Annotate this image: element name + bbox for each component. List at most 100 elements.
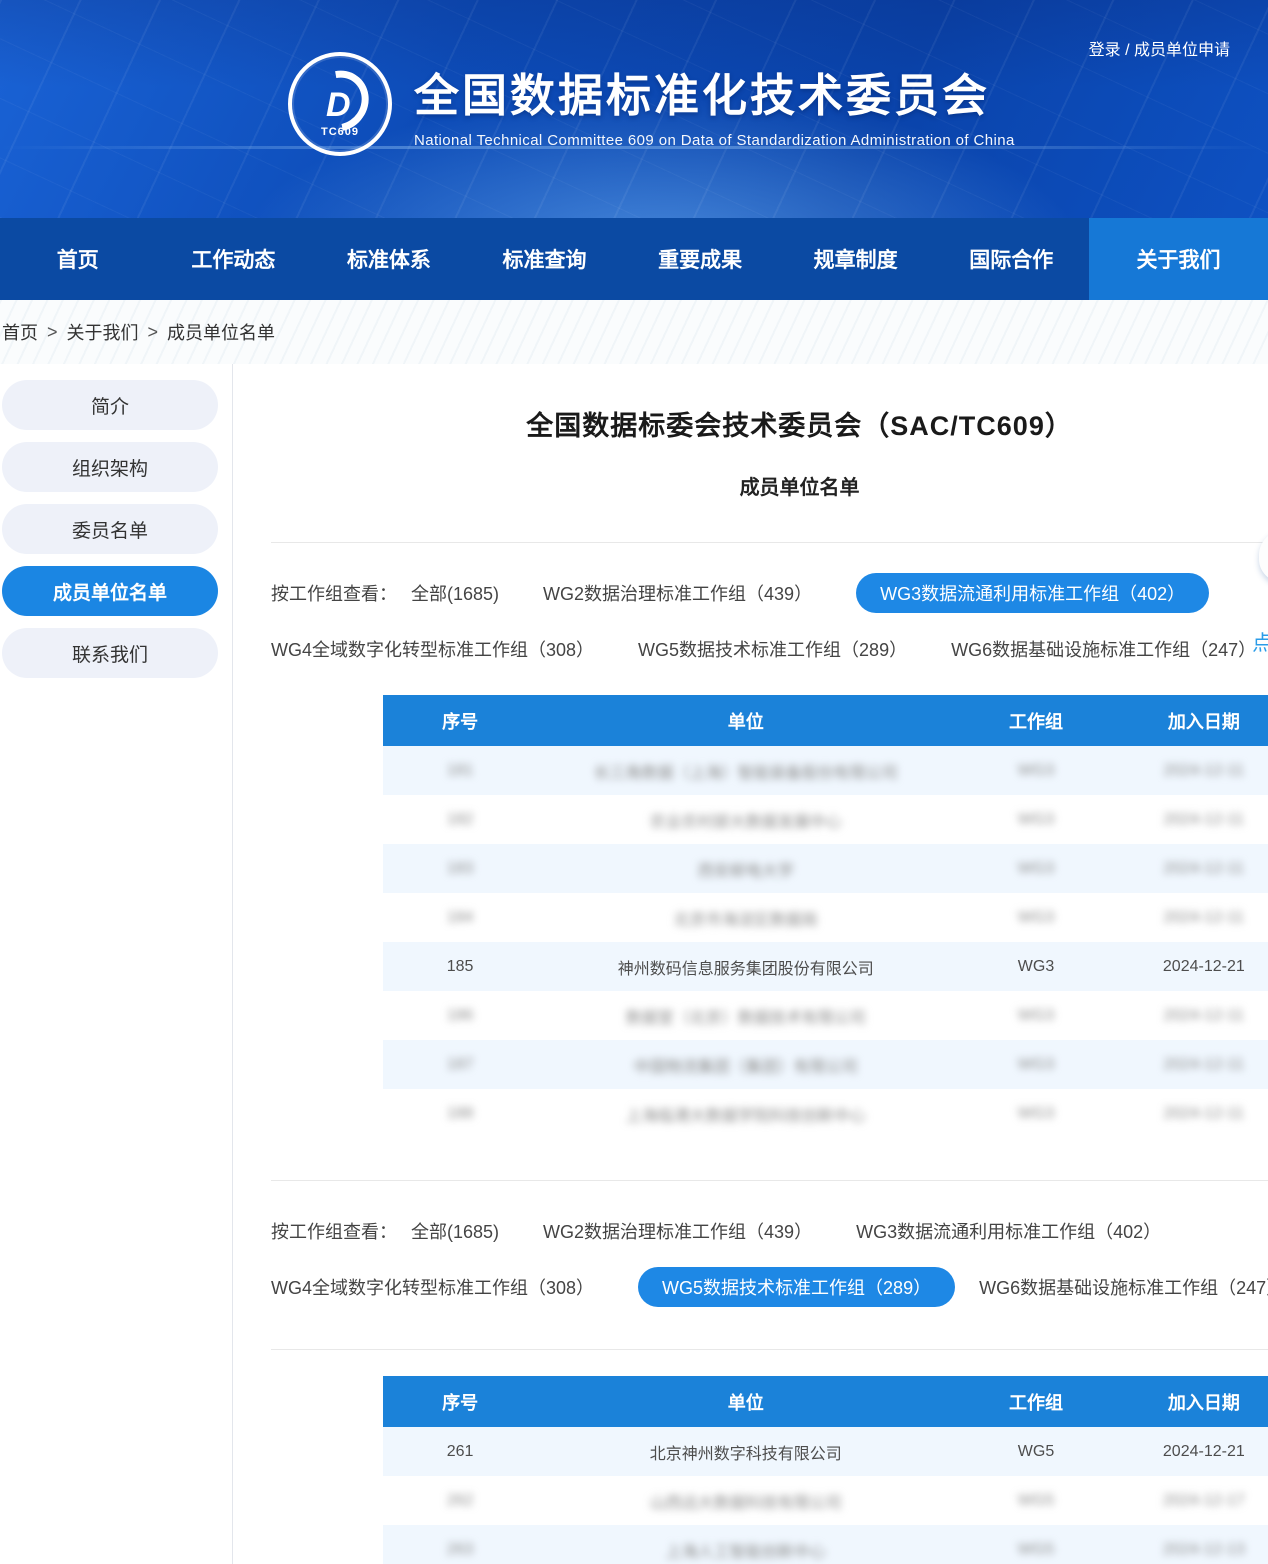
cell-org: 数据堂（北京）数据技术有限公司: [537, 991, 954, 1040]
filter-WG4[interactable]: WG4全域数字化转型标准工作组（308）: [271, 1267, 594, 1307]
filter-group-label: 按工作组查看：: [271, 1218, 397, 1244]
filter-row-2: WG4全域数字化转型标准工作组（308） WG5数据技术标准工作组（289） WG6…: [271, 629, 1268, 669]
cell-wg: WG3: [954, 795, 1117, 844]
filter-全部([interactable]: 全部(1685): [411, 1211, 499, 1251]
filter-WG2[interactable]: WG2数据治理标准工作组（439）: [543, 573, 812, 613]
cell-no: 184: [383, 893, 537, 942]
table-row[interactable]: 181长三角数据（上海）智能装备股份有限公司WG32024-12-11: [383, 746, 1268, 795]
logo-d-glyph: D: [326, 86, 351, 125]
column-header-加入日期: 加入日期: [1118, 695, 1268, 746]
cell-no: 181: [383, 746, 537, 795]
cell-date: 2024-12-11: [1118, 1089, 1268, 1138]
cell-org: 山西远大数据科技有限公司: [537, 1476, 954, 1525]
sidebar-item-联系我们[interactable]: 联系我们: [2, 628, 218, 678]
filter-WG3[interactable]: WG3数据流通利用标准工作组（402）: [856, 1211, 1161, 1251]
workgroup-filter-block: 按工作组查看： 全部(1685) WG2数据治理标准工作组（439） WG3数据流通利…: [271, 1211, 1268, 1307]
filter-全部([interactable]: 全部(1685): [411, 573, 499, 613]
table-header-row: 序号单位工作组加入日期: [383, 1376, 1268, 1427]
section-divider: [271, 1180, 1268, 1181]
cell-date: 2024-12-11: [1118, 844, 1268, 893]
filter-WG6[interactable]: WG6数据基础设施标准工作组（247）: [979, 1267, 1268, 1307]
filter-WG4[interactable]: WG4全域数字化转型标准工作组（308）: [271, 629, 594, 669]
committee-logo-icon: D TC609: [288, 52, 392, 156]
breadcrumb-separator: >: [148, 322, 159, 343]
nav-item-规章制度[interactable]: 规章制度: [778, 218, 934, 300]
sidebar-item-简介[interactable]: 简介: [2, 380, 218, 430]
cell-wg: WG5: [954, 1476, 1117, 1525]
breadcrumb-item-关于我们[interactable]: 关于我们: [67, 319, 139, 345]
cell-org: 北京市海淀区数据局: [537, 893, 954, 942]
filter-table-divider-2: [271, 1349, 1268, 1350]
filter-WG5[interactable]: WG5数据技术标准工作组（289）: [638, 1267, 955, 1307]
site-subtitle-en: National Technical Committee 609 on Data…: [414, 132, 1015, 149]
sidebar-item-组织架构[interactable]: 组织架构: [2, 442, 218, 492]
sidebar: 简介组织架构委员名单成员单位名单联系我们: [0, 364, 233, 1564]
table-row[interactable]: 184北京市海淀区数据局WG32024-12-11: [383, 893, 1268, 942]
chat-assistant-widget[interactable]: 点我提问: [1246, 527, 1268, 657]
filter-WG2[interactable]: WG2数据治理标准工作组（439）: [543, 1211, 812, 1251]
filter-group-label: 按工作组查看：: [271, 580, 397, 606]
cell-date: 2024-12-17: [1118, 1476, 1268, 1525]
cell-wg: WG3: [954, 1040, 1117, 1089]
table-row[interactable]: 262山西远大数据科技有限公司WG52024-12-17: [383, 1476, 1268, 1525]
filter-WG5[interactable]: WG5数据技术标准工作组（289）: [638, 629, 907, 669]
filter-row-2: WG4全域数字化转型标准工作组（308） WG5数据技术标准工作组（289） WG6…: [271, 1267, 1268, 1307]
table-row[interactable]: 187中国物流集团（集团）有限公司WG32024-12-11: [383, 1040, 1268, 1089]
cell-date: 2024-12-11: [1118, 893, 1268, 942]
breadcrumb: 首页>关于我们>成员单位名单: [0, 300, 1268, 364]
table-row[interactable]: 182农业农村部大数据发展中心WG32024-12-11: [383, 795, 1268, 844]
filter-row-1: 按工作组查看： 全部(1685) WG2数据治理标准工作组（439） WG3数据流通利…: [271, 1211, 1268, 1251]
cell-no: 261: [383, 1427, 537, 1476]
filter-WG6[interactable]: WG6数据基础设施标准工作组（247）: [951, 629, 1256, 669]
login-register-links[interactable]: 登录 / 成员单位申请: [1089, 36, 1230, 60]
cell-date: 2024-12-11: [1118, 1040, 1268, 1089]
column-header-加入日期: 加入日期: [1118, 1376, 1268, 1427]
cell-org: 神州数码信息服务集团股份有限公司: [537, 942, 954, 991]
cell-no: 182: [383, 795, 537, 844]
table-row[interactable]: 186数据堂（北京）数据技术有限公司WG32024-12-11: [383, 991, 1268, 1040]
cell-org: 农业农村部大数据发展中心: [537, 795, 954, 844]
member-section-1: 按工作组查看： 全部(1685) WG2数据治理标准工作组（439） WG3数据流通利…: [271, 573, 1268, 1138]
column-header-工作组: 工作组: [954, 695, 1117, 746]
cell-wg: WG5: [954, 1525, 1117, 1564]
cell-date: 2024-12-21: [1118, 1427, 1268, 1476]
nav-item-关于我们[interactable]: 关于我们: [1089, 218, 1268, 300]
cell-wg: WG3: [954, 844, 1117, 893]
logo-tc609-label: TC609: [321, 126, 359, 138]
nav-item-标准体系[interactable]: 标准体系: [311, 218, 467, 300]
ask-me-label: 点我提问: [1246, 627, 1268, 657]
cell-date: 2024-12-11: [1118, 991, 1268, 1040]
site-banner: 登录 / 成员单位申请 D TC609 全国数据标准化技术委员会 Nationa…: [0, 0, 1268, 218]
nav-item-重要成果[interactable]: 重要成果: [622, 218, 778, 300]
sidebar-item-成员单位名单[interactable]: 成员单位名单: [2, 566, 218, 616]
cell-org: 中国物流集团（集团）有限公司: [537, 1040, 954, 1089]
sidebar-item-委员名单[interactable]: 委员名单: [2, 504, 218, 554]
cell-no: 263: [383, 1525, 537, 1564]
breadcrumb-item-首页[interactable]: 首页: [2, 319, 38, 345]
nav-item-国际合作[interactable]: 国际合作: [933, 218, 1089, 300]
cell-date: 2024-12-11: [1118, 795, 1268, 844]
table-row[interactable]: 261北京神州数字科技有限公司WG52024-12-21: [383, 1427, 1268, 1476]
cell-org: 西安邮电大学: [537, 844, 954, 893]
cell-date: 2024-12-11: [1118, 746, 1268, 795]
table-row[interactable]: 263上海人工智能创新中心WG52024-12-13: [383, 1525, 1268, 1564]
cell-wg: WG5: [954, 1427, 1117, 1476]
column-header-单位: 单位: [537, 695, 954, 746]
cell-org: 上海临港大数据学院科技创新中心: [537, 1089, 954, 1138]
table-row[interactable]: 188上海临港大数据学院科技创新中心WG32024-12-11: [383, 1089, 1268, 1138]
column-header-序号: 序号: [383, 1376, 537, 1427]
site-brand: D TC609 全国数据标准化技术委员会 National Technical …: [288, 52, 1015, 156]
title-divider: [271, 542, 1268, 543]
table-row[interactable]: 183西安邮电大学WG32024-12-11: [383, 844, 1268, 893]
cell-wg: WG3: [954, 1089, 1117, 1138]
cell-org: 上海人工智能创新中心: [537, 1525, 954, 1564]
table-row[interactable]: 185神州数码信息服务集团股份有限公司WG32024-12-21: [383, 942, 1268, 991]
column-header-工作组: 工作组: [954, 1376, 1117, 1427]
filter-WG3[interactable]: WG3数据流通利用标准工作组（402）: [856, 573, 1209, 613]
cell-no: 183: [383, 844, 537, 893]
cell-wg: WG3: [954, 893, 1117, 942]
nav-item-标准查询[interactable]: 标准查询: [467, 218, 623, 300]
nav-item-工作动态[interactable]: 工作动态: [156, 218, 312, 300]
nav-item-首页[interactable]: 首页: [0, 218, 156, 300]
robot-mascot-icon: [1255, 527, 1268, 615]
